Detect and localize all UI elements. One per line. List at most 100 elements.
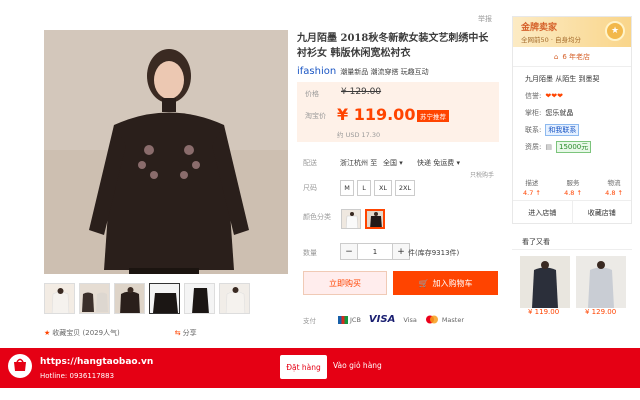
shop-icon: ⌂ — [553, 52, 559, 61]
gold-seller-subtitle: 全网前50 · 自身均分 — [521, 36, 581, 44]
original-price: ¥ 129.00 — [341, 87, 382, 97]
size-label: 尺码 — [303, 184, 317, 192]
score-label: 服务 — [566, 179, 580, 187]
delivery-label: 配送 — [303, 159, 317, 167]
size-option[interactable]: XL — [374, 180, 392, 196]
ifashion-logo: ifashion — [297, 66, 337, 77]
jcb-icon: JCB — [338, 315, 361, 324]
cart-icon: 🛒 — [418, 278, 429, 288]
delivery-from: 浙江杭州 至 — [340, 159, 378, 167]
hangtaobao-logo — [7, 353, 33, 379]
product-main-image[interactable] — [44, 30, 288, 274]
shop-credit: 信誉: ❤❤❤ — [525, 91, 563, 101]
contact-button[interactable]: 和我联系 — [545, 124, 580, 136]
gold-seller-banner: 金牌卖家 全网前50 · 自身均分 ★ — [513, 17, 631, 47]
score-value: 4.8 ↑ — [564, 189, 582, 197]
color-swatch-black[interactable] — [365, 209, 385, 229]
thumbnail[interactable] — [114, 283, 145, 314]
product-title: 九月陌墨 2018秋冬新款女装文艺刺绣中长衬衫女 韩版休闲宽松衬衣 — [297, 33, 489, 59]
jcb-label: JCB — [350, 315, 361, 324]
score-logistics: 物流 4.8 ↑ — [605, 177, 623, 197]
favorite-label: 收藏宝贝 (2029人气) — [52, 329, 120, 337]
share-link[interactable]: ⇆ 分享 — [175, 328, 197, 338]
thumbnail[interactable] — [44, 283, 75, 314]
go-to-cart-button[interactable]: Vào giỏ hàng — [333, 361, 382, 370]
share-label: 分享 — [182, 329, 197, 337]
brand-tags: 潮量新品 潮流穿搭 玩趣互动 — [340, 67, 429, 76]
seen-again-title: 看了又看 — [512, 234, 632, 250]
recommended-item-price: ¥ 119.00 — [528, 308, 560, 316]
size-option[interactable]: L — [357, 180, 371, 196]
keeper-name[interactable]: 您乐就晶 — [545, 108, 573, 118]
promo-badge: 苏宁推荐 — [417, 110, 449, 122]
recommended-item-price: ¥ 129.00 — [585, 308, 617, 316]
size-option[interactable]: 2XL — [395, 180, 415, 196]
shop-qualification: 资质: ▤ 15000元 — [525, 141, 592, 153]
thumbnail-strip — [44, 283, 294, 317]
credit-hearts: ❤❤❤ — [545, 92, 563, 100]
shop-panel: 金牌卖家 全网前50 · 自身均分 ★ ⌂ 6 年老店 九月陌墨 从陌生 到墨契… — [512, 16, 632, 224]
score-label: 描述 — [525, 179, 539, 187]
hotline: Hotline: 0936117883 — [40, 372, 115, 380]
taobao-price-label: 淘宝价 — [305, 112, 326, 120]
price-label: 价格 — [305, 90, 319, 98]
size-option[interactable]: M — [340, 180, 354, 196]
footer-bar: https://hangtaobao.vn Hotline: 093611788… — [0, 348, 640, 388]
delivery-note: 只税购手 — [470, 172, 495, 179]
shop-scores: 描述 4.7 ↑ 服务 4.8 ↑ 物流 4.8 ↑ — [523, 177, 623, 197]
payment-methods: 支付 JCB VISA Visa Master — [303, 314, 464, 325]
recommended-item-image[interactable] — [520, 256, 570, 308]
mastercard-icon: Master — [425, 315, 464, 324]
thumbnail[interactable] — [184, 283, 215, 314]
id-card-icon: ▤ — [545, 143, 552, 151]
thumbnail[interactable] — [219, 283, 250, 314]
quantity-stepper: − 1 + — [340, 243, 410, 260]
brand-line: ifashion 潮量新品 潮流穿搭 玩趣互动 — [297, 66, 429, 77]
deposit-badge: 15000元 — [555, 141, 592, 153]
delivery-destination[interactable]: 全国 ▾ — [383, 158, 403, 168]
stock-count: 件(库存9313件) — [408, 249, 460, 257]
score-label: 物流 — [607, 179, 621, 187]
star-icon: ★ — [44, 329, 51, 337]
quantity-input[interactable]: 1 — [357, 244, 393, 259]
qualification-label: 资质: — [525, 143, 542, 151]
shop-keeper: 掌柜: 您乐就晶 — [525, 108, 573, 118]
buy-now-button[interactable]: 立即购买 — [303, 271, 387, 295]
order-button[interactable]: Đặt hàng — [280, 355, 327, 379]
usd-price: 约 USD 17.30 — [337, 131, 381, 139]
quantity-label: 数量 — [303, 249, 317, 257]
score-service: 服务 4.8 ↑ — [564, 177, 582, 197]
color-label: 颜色分类 — [303, 213, 331, 221]
add-to-cart-label: 加入购物车 — [432, 278, 473, 288]
current-price: ¥ 119.00 — [337, 105, 416, 124]
score-value: 4.8 ↑ — [605, 189, 623, 197]
report-link[interactable]: 举报 — [478, 14, 492, 24]
share-icon: ⇆ — [174, 329, 181, 337]
shop-name[interactable]: 九月陌墨 从陌生 到墨契 — [525, 74, 599, 84]
gold-seller-title: 金牌卖家 — [521, 23, 558, 33]
color-swatch-light[interactable] — [341, 209, 361, 229]
delivery-express[interactable]: 快递 免运费 ▾ — [417, 158, 460, 168]
quantity-minus-button[interactable]: − — [341, 244, 357, 259]
collect-shop-button[interactable]: 收藏店铺 — [573, 201, 632, 224]
favorite-link[interactable]: ★ 收藏宝贝 (2029人气) — [44, 328, 120, 338]
recommended-item-image[interactable] — [576, 256, 626, 308]
payment-label: 支付 — [303, 316, 316, 325]
enter-shop-button[interactable]: 进入店铺 — [513, 201, 573, 224]
score-description: 描述 4.7 ↑ — [523, 177, 541, 197]
score-value: 4.7 ↑ — [523, 189, 541, 197]
keeper-label: 掌柜: — [525, 109, 542, 117]
contact-label: 联系: — [525, 126, 542, 134]
add-to-cart-button[interactable]: 🛒 加入购物车 — [393, 271, 498, 295]
medal-icon: ★ — [605, 21, 625, 41]
mastercard-label: Master — [441, 315, 465, 324]
visa-label: Visa — [403, 315, 417, 324]
thumbnail[interactable] — [149, 283, 180, 314]
share-row: ★ 收藏宝贝 (2029人气) ⇆ 分享 — [44, 328, 197, 338]
quantity-plus-button[interactable]: + — [393, 244, 409, 259]
credit-label: 信誉: — [525, 92, 542, 100]
shop-buttons: 进入店铺 收藏店铺 — [513, 200, 631, 224]
thumbnail[interactable] — [79, 283, 110, 314]
shop-years: ⌂ 6 年老店 — [513, 47, 631, 67]
site-url[interactable]: https://hangtaobao.vn — [40, 357, 153, 367]
